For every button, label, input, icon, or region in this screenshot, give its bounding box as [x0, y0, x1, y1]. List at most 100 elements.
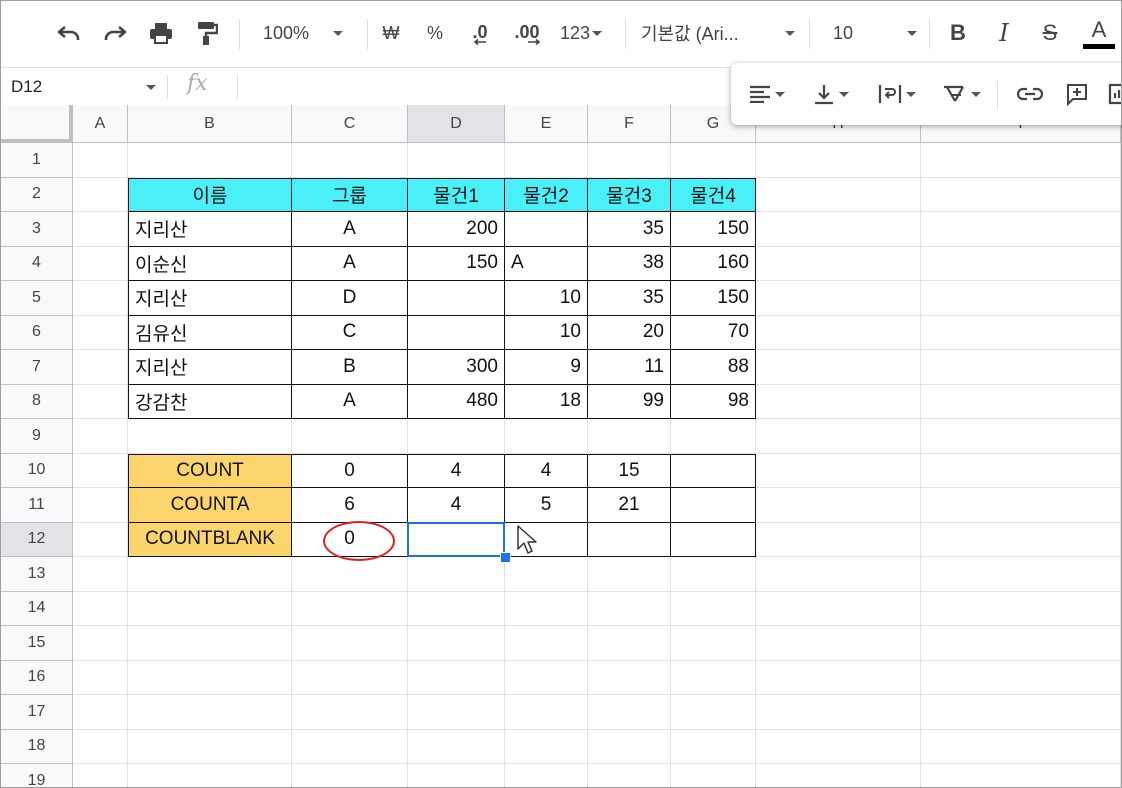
table-cell[interactable]: 10: [505, 315, 588, 350]
text-color-button[interactable]: A: [1079, 15, 1119, 51]
summary-cell[interactable]: 0: [292, 453, 408, 488]
row-header-19[interactable]: 19: [1, 764, 73, 787]
column-header-f[interactable]: F: [588, 105, 671, 143]
insert-comment-button[interactable]: [1057, 76, 1097, 112]
summary-cell[interactable]: 4: [408, 488, 505, 523]
table-header-cell[interactable]: 물건3: [588, 177, 671, 212]
selected-cell-d12[interactable]: [407, 521, 505, 557]
table-cell[interactable]: [505, 212, 588, 247]
table-header-cell[interactable]: 그룹: [292, 177, 408, 212]
select-all-corner[interactable]: [1, 105, 73, 143]
table-cell[interactable]: 35: [588, 281, 671, 316]
font-size-dropdown[interactable]: 10: [823, 15, 917, 51]
table-cell[interactable]: A: [292, 246, 408, 281]
column-header-a[interactable]: A: [73, 105, 128, 143]
table-cell[interactable]: A: [505, 246, 588, 281]
fill-handle[interactable]: [500, 552, 511, 563]
row-header-8[interactable]: 8: [1, 384, 73, 419]
summary-cell[interactable]: [671, 453, 756, 488]
more-formats-dropdown[interactable]: 123: [553, 15, 609, 51]
table-cell[interactable]: 18: [505, 384, 588, 419]
summary-cell[interactable]: 15: [588, 453, 671, 488]
table-header-cell[interactable]: 물건4: [671, 177, 756, 212]
table-cell[interactable]: C: [292, 315, 408, 350]
table-cell[interactable]: 480: [408, 384, 505, 419]
zoom-dropdown[interactable]: 100%: [253, 15, 353, 51]
row-header-11[interactable]: 11: [1, 488, 73, 523]
row-header-10[interactable]: 10: [1, 453, 73, 488]
summary-cell[interactable]: 5: [505, 488, 588, 523]
table-cell[interactable]: 9: [505, 350, 588, 385]
row-header-4[interactable]: 4: [1, 246, 73, 281]
summary-cell[interactable]: [588, 522, 671, 557]
table-cell[interactable]: 38: [588, 246, 671, 281]
summary-cell[interactable]: 4: [505, 453, 588, 488]
percent-format-button[interactable]: %: [419, 15, 451, 51]
summary-label-cell[interactable]: COUNTA: [128, 488, 292, 523]
font-family-dropdown[interactable]: 기본값 (Ari...: [641, 15, 795, 51]
table-cell[interactable]: 35: [588, 212, 671, 247]
bold-button[interactable]: B: [941, 15, 975, 51]
table-cell[interactable]: A: [292, 212, 408, 247]
row-header-18[interactable]: 18: [1, 729, 73, 764]
paint-format-icon[interactable]: [189, 15, 225, 51]
row-header-15[interactable]: 15: [1, 626, 73, 661]
column-header-e[interactable]: E: [505, 105, 588, 143]
table-cell[interactable]: 300: [408, 350, 505, 385]
horizontal-align-dropdown[interactable]: [743, 76, 791, 112]
table-cell[interactable]: 98: [671, 384, 756, 419]
table-cell[interactable]: 99: [588, 384, 671, 419]
table-header-cell[interactable]: 물건2: [505, 177, 588, 212]
table-cell[interactable]: 20: [588, 315, 671, 350]
table-cell[interactable]: 150: [671, 281, 756, 316]
row-header-17[interactable]: 17: [1, 695, 73, 730]
row-header-5[interactable]: 5: [1, 281, 73, 316]
table-cell[interactable]: D: [292, 281, 408, 316]
text-rotation-dropdown[interactable]: [935, 76, 987, 112]
table-cell[interactable]: 150: [671, 212, 756, 247]
row-header-9[interactable]: 9: [1, 419, 73, 454]
table-cell[interactable]: 11: [588, 350, 671, 385]
table-cell[interactable]: 김유신: [128, 315, 292, 350]
text-wrap-dropdown[interactable]: [871, 76, 923, 112]
table-cell[interactable]: 이순신: [128, 246, 292, 281]
table-cell[interactable]: 지리산: [128, 212, 292, 247]
table-cell[interactable]: 200: [408, 212, 505, 247]
table-header-cell[interactable]: 이름: [128, 177, 292, 212]
row-header-6[interactable]: 6: [1, 315, 73, 350]
column-header-b[interactable]: B: [128, 105, 292, 143]
column-header-c[interactable]: C: [292, 105, 408, 143]
decrease-decimal-button[interactable]: .0: [461, 15, 499, 51]
row-header-14[interactable]: 14: [1, 591, 73, 626]
table-cell[interactable]: [408, 281, 505, 316]
currency-format-button[interactable]: ₩: [375, 15, 407, 51]
table-cell[interactable]: 88: [671, 350, 756, 385]
undo-icon[interactable]: [51, 15, 87, 51]
table-cell[interactable]: 지리산: [128, 281, 292, 316]
summary-label-cell[interactable]: COUNT: [128, 453, 292, 488]
table-cell[interactable]: 10: [505, 281, 588, 316]
summary-cell[interactable]: [671, 488, 756, 523]
row-header-16[interactable]: 16: [1, 660, 73, 695]
table-header-cell[interactable]: 물건1: [408, 177, 505, 212]
table-cell[interactable]: 지리산: [128, 350, 292, 385]
summary-cell[interactable]: [671, 522, 756, 557]
insert-chart-button[interactable]: [1103, 76, 1121, 112]
table-cell[interactable]: [408, 315, 505, 350]
row-header-3[interactable]: 3: [1, 212, 73, 247]
row-header-13[interactable]: 13: [1, 557, 73, 592]
vertical-align-dropdown[interactable]: [807, 76, 855, 112]
print-icon[interactable]: [143, 15, 179, 51]
redo-icon[interactable]: [97, 15, 133, 51]
row-header-2[interactable]: 2: [1, 177, 73, 212]
insert-link-button[interactable]: [1007, 76, 1053, 112]
table-cell[interactable]: B: [292, 350, 408, 385]
summary-cell[interactable]: 6: [292, 488, 408, 523]
formula-input[interactable]: [249, 68, 719, 106]
summary-cell[interactable]: 21: [588, 488, 671, 523]
table-cell[interactable]: 150: [408, 246, 505, 281]
table-cell[interactable]: A: [292, 384, 408, 419]
column-header-d[interactable]: D: [408, 105, 505, 143]
summary-cell[interactable]: 4: [408, 453, 505, 488]
row-header-7[interactable]: 7: [1, 350, 73, 385]
